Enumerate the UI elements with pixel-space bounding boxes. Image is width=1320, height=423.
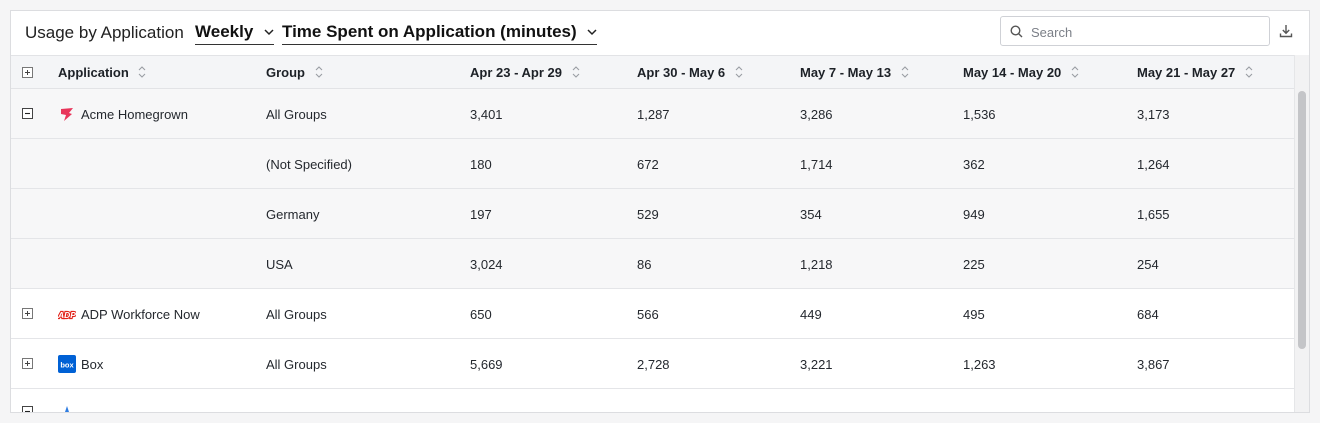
- group-name: Germany: [266, 207, 320, 222]
- search-input[interactable]: [1029, 21, 1263, 43]
- table-row[interactable]: USA 3,024 86 1,218 225 254: [11, 239, 1294, 289]
- period-dropdown-label: Weekly: [195, 22, 254, 41]
- table-row[interactable]: Germany 197 529 354 949 1,655: [11, 189, 1294, 239]
- acme-icon: [61, 108, 73, 121]
- value-week-2: 1,287: [637, 107, 670, 122]
- search-icon: [1010, 25, 1023, 38]
- sort-icon: [1071, 66, 1079, 78]
- table-row[interactable]: box Box All Groups 5,669 2,728 3,221 1,2…: [11, 339, 1294, 389]
- value-week-3: 1,714: [800, 157, 833, 172]
- group-name: All Groups: [266, 357, 327, 372]
- table-header: Application Group Apr 23 - Apr 29 Apr 30…: [11, 55, 1294, 89]
- value-week-3: 449: [800, 307, 822, 322]
- table-row[interactable]: (Not Specified) 180 672 1,714 362 1,264: [11, 139, 1294, 189]
- collapse-icon[interactable]: [22, 108, 33, 119]
- column-header-week-5[interactable]: May 21 - May 27: [1137, 65, 1253, 80]
- value-week-5: 1,655: [1137, 207, 1170, 222]
- download-icon[interactable]: [1279, 24, 1293, 38]
- expand-icon[interactable]: [22, 358, 33, 369]
- sort-icon: [735, 66, 743, 78]
- app-logo-icon: [59, 406, 75, 412]
- value-week-3: 354: [800, 207, 822, 222]
- value-week-4: 1,263: [963, 357, 996, 372]
- application-name: Acme Homegrown: [81, 107, 188, 122]
- column-header-week-1[interactable]: Apr 23 - Apr 29: [470, 65, 580, 80]
- sort-icon: [1245, 66, 1253, 78]
- table-row[interactable]: Acme Homegrown All Groups 3,401 1,287 3,…: [11, 89, 1294, 139]
- value-week-4: 225: [963, 257, 985, 272]
- value-week-4: 949: [963, 207, 985, 222]
- value-week-2: 672: [637, 157, 659, 172]
- sort-icon: [572, 66, 580, 78]
- value-week-4: 1,536: [963, 107, 996, 122]
- scrollbar-thumb[interactable]: [1298, 91, 1306, 349]
- toolbar: Usage by Application Weekly Time Spent o…: [11, 11, 1309, 55]
- column-header-application[interactable]: Application: [58, 65, 146, 80]
- value-week-1: 650: [470, 307, 492, 322]
- adp-icon: ADP: [58, 309, 76, 321]
- value-week-5: 3,173: [1137, 107, 1170, 122]
- value-week-2: 566: [637, 307, 659, 322]
- value-week-1: 3,024: [470, 257, 503, 272]
- sort-icon: [315, 66, 323, 78]
- collapse-icon[interactable]: [22, 406, 33, 413]
- usage-panel: Usage by Application Weekly Time Spent o…: [10, 10, 1310, 413]
- column-header-week-4[interactable]: May 14 - May 20: [963, 65, 1079, 80]
- table-row-partial[interactable]: [11, 389, 1294, 413]
- chevron-down-icon: [587, 29, 597, 36]
- group-name: USA: [266, 257, 293, 272]
- column-header-group[interactable]: Group: [266, 65, 323, 80]
- value-week-2: 86: [637, 257, 652, 272]
- application-name: ADP Workforce Now: [81, 307, 200, 322]
- value-week-1: 180: [470, 157, 492, 172]
- period-dropdown[interactable]: Weekly: [195, 22, 275, 45]
- value-week-4: 495: [963, 307, 985, 322]
- value-week-1: 197: [470, 207, 492, 222]
- vertical-scrollbar[interactable]: [1294, 55, 1309, 412]
- value-week-1: 5,669: [470, 357, 503, 372]
- svg-text:ADP: ADP: [58, 310, 76, 320]
- value-week-2: 2,728: [637, 357, 670, 372]
- value-week-4: 362: [963, 157, 985, 172]
- chevron-down-icon: [264, 29, 274, 36]
- metric-dropdown-label: Time Spent on Application (minutes): [282, 22, 577, 41]
- group-name: All Groups: [266, 307, 327, 322]
- group-name: All Groups: [266, 107, 327, 122]
- table-row[interactable]: ADP ADP Workforce Now All Groups 650 566…: [11, 289, 1294, 339]
- sort-icon: [139, 66, 146, 78]
- column-header-week-3[interactable]: May 7 - May 13: [800, 65, 909, 80]
- value-week-1: 3,401: [470, 107, 503, 122]
- box-icon: box: [58, 355, 76, 373]
- value-week-5: 254: [1137, 257, 1159, 272]
- value-week-5: 3,867: [1137, 357, 1170, 372]
- value-week-5: 684: [1137, 307, 1159, 322]
- expand-icon[interactable]: [22, 308, 33, 319]
- svg-text:box: box: [60, 361, 74, 370]
- value-week-3: 1,218: [800, 257, 833, 272]
- group-name: (Not Specified): [266, 157, 352, 172]
- value-week-2: 529: [637, 207, 659, 222]
- sort-icon: [901, 66, 909, 78]
- value-week-5: 1,264: [1137, 157, 1170, 172]
- value-week-3: 3,286: [800, 107, 833, 122]
- panel-title: Usage by Application: [25, 23, 184, 42]
- application-name: Box: [81, 357, 104, 372]
- metric-dropdown[interactable]: Time Spent on Application (minutes): [282, 22, 598, 45]
- search-box[interactable]: [1000, 16, 1270, 46]
- value-week-3: 3,221: [800, 357, 833, 372]
- expand-all-icon[interactable]: [22, 67, 33, 78]
- column-header-week-2[interactable]: Apr 30 - May 6: [637, 65, 743, 80]
